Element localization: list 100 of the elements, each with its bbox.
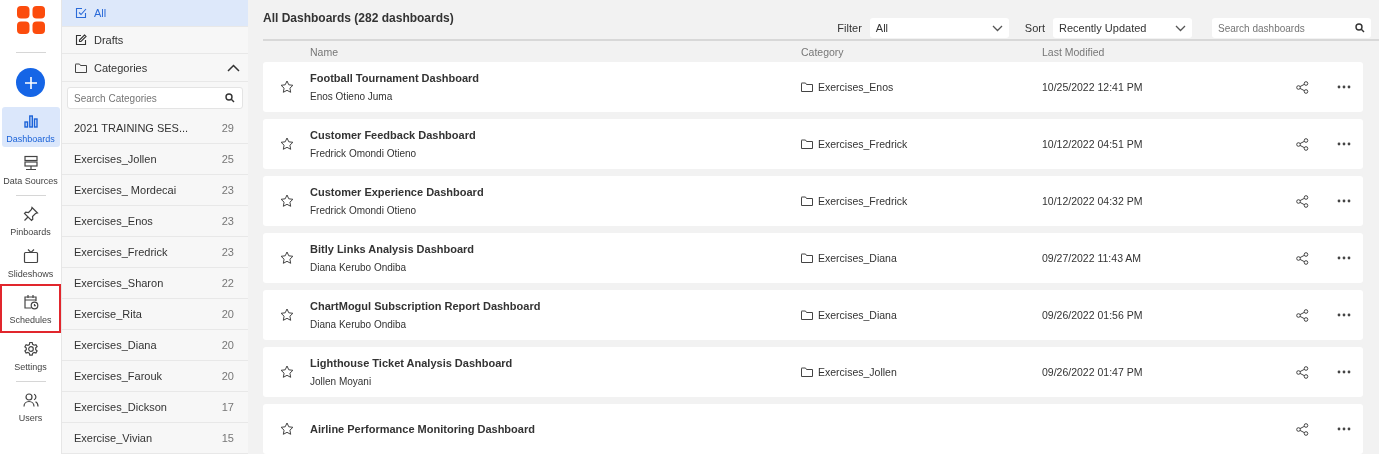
category-count: 23 <box>221 246 234 258</box>
nav-item[interactable]: Data Sources <box>1 149 60 189</box>
nav-item[interactable]: Schedules <box>2 288 59 328</box>
filter-dropdown[interactable]: All <box>869 18 1009 38</box>
dashboard-name[interactable]: Football Tournament Dashboard <box>310 72 801 84</box>
chevron-down-icon <box>1175 24 1186 32</box>
more-icon[interactable] <box>1337 142 1351 146</box>
star-icon[interactable] <box>279 365 294 379</box>
nav-item[interactable]: Users <box>1 386 60 426</box>
more-icon[interactable] <box>1337 199 1351 203</box>
view-item[interactable]: All <box>62 0 248 28</box>
category-name: Exercise_Vivian <box>74 432 154 444</box>
edit-icon <box>75 34 87 47</box>
category-item[interactable]: Exercise_Vivian 15 <box>62 423 248 454</box>
category-name: Exercises_Dickson <box>74 401 168 413</box>
dashboard-row[interactable]: Football Tournament Dashboard Enos Otieno Juma Exercises_Enos 10/25/2022 12:41 PM <box>263 62 1363 112</box>
dashboard-name[interactable]: Customer Feedback Dashboard <box>310 129 801 141</box>
more-icon[interactable] <box>1337 370 1351 374</box>
dashboard-row[interactable]: Bitly Links Analysis Dashboard Diana Kerubo Ondiba Exercises_Diana 09/27/2022 11:43 AM <box>263 233 1363 283</box>
sort-dropdown[interactable]: Recently Updated <box>1053 18 1192 38</box>
category-count: 25 <box>221 153 234 165</box>
share-icon[interactable] <box>1296 422 1309 436</box>
share-icon[interactable] <box>1296 137 1309 151</box>
share-icon[interactable] <box>1296 80 1309 94</box>
dashboard-owner: Fredrick Omondi Otieno <box>310 148 418 159</box>
category-name: Exercises_Diana <box>74 339 158 351</box>
category-item[interactable]: Exercises_Enos 23 <box>62 206 248 237</box>
nav-item[interactable]: Dashboards <box>1 107 60 147</box>
dashboard-row[interactable]: Customer Feedback Dashboard Fredrick Omondi Otieno Exercises_Fredrick 10/12/2022 04:51 PM <box>263 119 1363 169</box>
pin-icon <box>22 206 39 222</box>
share-icon[interactable] <box>1296 194 1309 208</box>
chevron-down-icon <box>991 24 1003 32</box>
folder-icon <box>801 82 813 92</box>
star-icon[interactable] <box>279 422 294 436</box>
dashboard-row[interactable]: Airline Performance Monitoring Dashboard <box>263 404 1363 454</box>
dashboard-name[interactable]: Customer Experience Dashboard <box>310 186 801 198</box>
dashboard-category: Exercises_Diana <box>818 252 897 264</box>
category-item[interactable]: Exercises_Jollen 25 <box>62 144 248 175</box>
dashboard-name[interactable]: Bitly Links Analysis Dashboard <box>310 243 801 255</box>
users-icon <box>22 392 39 408</box>
more-icon[interactable] <box>1337 427 1351 431</box>
category-item[interactable]: Exercise_Rita 20 <box>62 299 248 330</box>
category-count: 17 <box>221 401 234 413</box>
view-item[interactable]: Drafts <box>62 27 248 55</box>
dashboard-category: Exercises_Diana <box>818 309 897 321</box>
dashboard-name[interactable]: Lighthouse Ticket Analysis Dashboard <box>310 357 801 369</box>
filter-label: Filter <box>837 22 862 34</box>
dashboard-name[interactable]: ChartMogul Subscription Report Dashboard <box>310 300 801 312</box>
column-header: Category <box>801 45 845 58</box>
dashboard-category: Exercises_Jollen <box>818 366 897 378</box>
search-categories-field[interactable]: Search Categories <box>67 87 243 109</box>
last-modified: 10/12/2022 04:51 PM <box>1042 138 1143 150</box>
category-item[interactable]: 2021 TRAINING SES... 29 <box>62 113 248 144</box>
category-name: Exercise_Rita <box>74 308 143 320</box>
share-icon[interactable] <box>1296 251 1309 265</box>
folder-icon <box>801 196 813 206</box>
more-icon[interactable] <box>1337 256 1351 260</box>
categories-header[interactable]: Categories <box>94 61 220 74</box>
category-item[interactable]: Exercises_Diana 20 <box>62 330 248 361</box>
create-button[interactable] <box>16 68 45 97</box>
dashboard-name[interactable]: Airline Performance Monitoring Dashboard <box>310 423 801 435</box>
last-modified: 10/12/2022 04:32 PM <box>1042 195 1143 207</box>
dashboard-row[interactable]: Lighthouse Ticket Analysis Dashboard Jollen Moyani Exercises_Jollen 09/26/2022 01:47 PM <box>263 347 1363 397</box>
nav-item[interactable]: Slideshows <box>1 242 60 282</box>
share-icon[interactable] <box>1296 365 1309 379</box>
category-name: Exercises_Jollen <box>74 153 158 165</box>
star-icon[interactable] <box>279 137 294 151</box>
calendar-clock-icon <box>22 294 39 310</box>
dashboard-category: Exercises_Fredrick <box>818 195 908 207</box>
last-modified: 09/27/2022 11:43 AM <box>1042 252 1142 264</box>
search-icon <box>1355 23 1365 33</box>
more-icon[interactable] <box>1337 85 1351 89</box>
chevron-up-icon[interactable] <box>227 63 240 72</box>
category-name: Exercises_Fredrick <box>74 246 169 258</box>
category-item[interactable]: Exercises_ Mordecai 23 <box>62 175 248 206</box>
star-icon[interactable] <box>279 308 294 322</box>
last-modified: 09/26/2022 01:56 PM <box>1042 309 1143 321</box>
category-count: 23 <box>221 215 234 227</box>
star-icon[interactable] <box>279 194 294 208</box>
folder-icon <box>801 139 813 149</box>
star-icon[interactable] <box>279 80 294 94</box>
nav-item[interactable]: Pinboards <box>1 200 60 240</box>
checkbox-icon <box>75 7 87 19</box>
category-count: 20 <box>221 370 234 382</box>
folder-icon <box>801 253 813 263</box>
category-item[interactable]: Exercises_Sharon 22 <box>62 268 248 299</box>
nav-item[interactable]: Settings <box>1 335 60 375</box>
search-dashboards-field[interactable]: Search dashboards <box>1212 18 1371 38</box>
category-item[interactable]: Exercises_Fredrick 23 <box>62 237 248 268</box>
dashboard-row[interactable]: ChartMogul Subscription Report Dashboard Diana Kerubo Ondiba Exercises_Diana 09/26/2022 01:56 PM <box>263 290 1363 340</box>
dashboard-owner: Jollen Moyani <box>310 376 373 387</box>
share-icon[interactable] <box>1296 308 1309 322</box>
star-icon[interactable] <box>279 251 294 265</box>
column-header: Last Modified <box>1042 45 1106 58</box>
category-count: 29 <box>221 122 234 134</box>
last-modified: 09/26/2022 01:47 PM <box>1042 366 1143 378</box>
category-item[interactable]: Exercises_Dickson 17 <box>62 392 248 423</box>
category-item[interactable]: Exercises_Farouk 20 <box>62 361 248 392</box>
more-icon[interactable] <box>1337 313 1351 317</box>
dashboard-row[interactable]: Customer Experience Dashboard Fredrick Omondi Otieno Exercises_Fredrick 10/12/2022 04:32 PM <box>263 176 1363 226</box>
